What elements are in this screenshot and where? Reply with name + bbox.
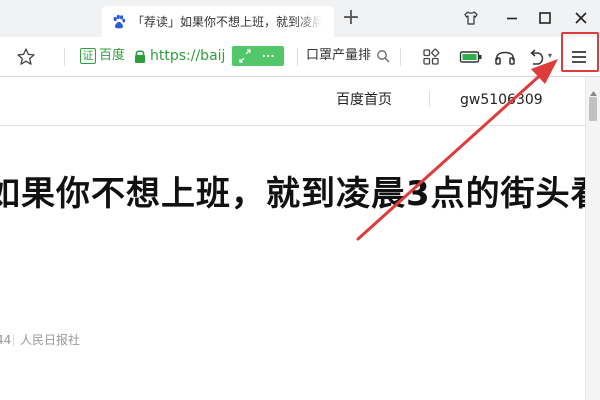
- maximize-icon[interactable]: [536, 9, 554, 27]
- close-icon[interactable]: [572, 9, 590, 27]
- search-icon[interactable]: [376, 48, 390, 63]
- tab-title: 「荐读」如果你不想上班，就到凌晨3点的街头看看: [132, 15, 322, 29]
- baidu-home-link[interactable]: 百度首页: [336, 91, 392, 109]
- expand-arrows-icon: [238, 46, 252, 73]
- grid-apps-icon[interactable]: [421, 47, 441, 67]
- battery-icon[interactable]: [459, 47, 483, 67]
- meta-divider: [13, 334, 14, 346]
- browser-tab[interactable]: 「荐读」如果你不想上班，就到凌晨3点的街头看看: [102, 6, 334, 37]
- minimize-icon[interactable]: [503, 9, 521, 27]
- url-expand-button[interactable]: ...: [232, 46, 284, 66]
- browser-window: 「荐读」如果你不想上班，就到凌晨3点的街头看看 +: [0, 0, 600, 400]
- menu-highlight-box: [561, 32, 599, 72]
- scroll-thumb[interactable]: [589, 97, 597, 121]
- toolbar-divider: [64, 48, 65, 66]
- certificate-name[interactable]: 百度: [99, 48, 125, 64]
- article-source[interactable]: 人民日报社: [20, 332, 80, 348]
- page-scrollbar[interactable]: [585, 77, 600, 400]
- url-field[interactable]: https://baij: [150, 47, 228, 65]
- undo-dropdown-caret[interactable]: ▾: [548, 51, 552, 61]
- site-header: 百度首页 gw5106309: [0, 77, 585, 126]
- toolbar-divider: [400, 48, 401, 66]
- scroll-up-arrow-icon[interactable]: [589, 83, 598, 96]
- tab-title-fade: [296, 12, 326, 32]
- article-headline: 如果你不想上班，就到凌晨3点的街头看看: [0, 174, 585, 214]
- user-account-link[interactable]: gw5106309: [460, 91, 543, 109]
- headphones-icon[interactable]: [494, 47, 516, 67]
- search-input[interactable]: 口罩产量排: [306, 48, 378, 64]
- search-box[interactable]: 口罩产量排: [306, 46, 390, 66]
- undo-icon[interactable]: [526, 47, 546, 67]
- certificate-badge[interactable]: 证: [80, 48, 96, 64]
- shirt-skin-icon[interactable]: [462, 9, 480, 27]
- nav-divider: [429, 91, 430, 107]
- baidu-paw-icon: [111, 14, 127, 30]
- address-toolbar: 证 百度 https://baij ... 口罩产量排 ▾: [0, 37, 600, 77]
- new-tab-button[interactable]: +: [341, 7, 361, 29]
- url-more-dots: ...: [262, 47, 275, 60]
- toolbar-divider: [297, 48, 298, 66]
- star-icon[interactable]: [16, 47, 36, 67]
- article-content: 如果你不想上班，就到凌晨3点的街头看看 44 人民日报社: [0, 126, 585, 400]
- lock-icon: [133, 48, 147, 64]
- tab-strip: 「荐读」如果你不想上班，就到凌晨3点的街头看看 +: [0, 0, 600, 37]
- article-time: 44: [0, 333, 12, 347]
